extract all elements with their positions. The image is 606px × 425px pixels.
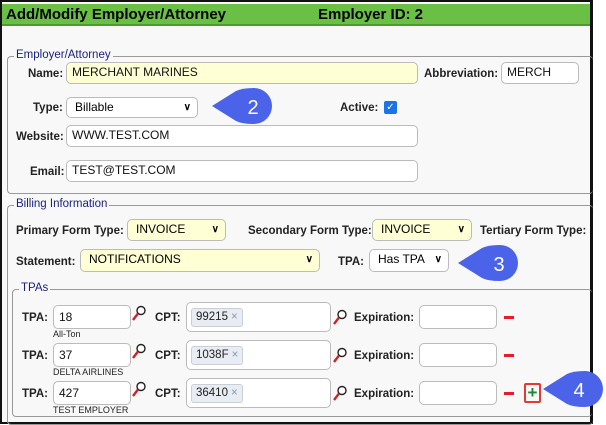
cpt-label: CPT:: [155, 312, 181, 324]
secondary-value: INVOICE: [381, 222, 431, 236]
type-select[interactable]: Billable ∨: [66, 97, 198, 118]
abbreviation-input[interactable]: MERCH: [501, 62, 579, 84]
chevron-down-icon: ∨: [183, 102, 191, 113]
search-icon[interactable]: [132, 343, 146, 359]
cpt-label: CPT:: [155, 388, 181, 400]
callout-4: 4: [543, 371, 603, 407]
remove-chip-icon[interactable]: ×: [232, 349, 239, 361]
employer-id: Employer ID: 2: [318, 6, 424, 23]
primary-value: INVOICE: [136, 222, 186, 236]
name-input[interactable]: MERCHANT MARINES: [66, 62, 418, 84]
tpa-select[interactable]: Has TPA ∨: [369, 249, 449, 272]
statement-label: Statement:: [16, 256, 76, 268]
cpt-value: 36410: [196, 387, 228, 399]
chevron-down-icon: ∨: [434, 254, 442, 265]
expiration-label: Expiration:: [354, 388, 415, 400]
active-checkbox[interactable]: ✓: [384, 101, 397, 114]
employer-form: Add/Modify Employer/Attorney Employer ID…: [0, 0, 593, 425]
search-icon[interactable]: [333, 309, 347, 325]
remove-chip-icon[interactable]: ×: [231, 387, 238, 399]
callout-3: 3: [458, 245, 518, 281]
cpt-input[interactable]: 99215 ×: [186, 302, 331, 332]
abbreviation-label: Abbreviation:: [424, 68, 499, 80]
legend: Employer/Attorney: [14, 49, 113, 61]
tertiary-form-type-label: Tertiary Form Type:: [480, 225, 587, 237]
cpt-value: 99215: [196, 311, 228, 323]
tpa-label: TPA:: [338, 256, 364, 268]
secondary-form-type-label: Secondary Form Type:: [248, 225, 372, 237]
secondary-form-type-select[interactable]: INVOICE ∨: [372, 219, 472, 241]
plus-icon: +: [527, 383, 538, 402]
tpa-value: Has TPA: [378, 252, 425, 266]
remove-row-icon[interactable]: [504, 316, 514, 319]
add-row-button[interactable]: +: [524, 383, 541, 403]
tpa-name: TEST EMPLOYER: [53, 405, 129, 415]
active-label: Active:: [340, 102, 379, 114]
statement-value: NOTIFICATIONS: [89, 252, 181, 266]
chevron-down-icon: ∨: [305, 254, 313, 265]
expiration-label: Expiration:: [354, 312, 415, 324]
email-input[interactable]: TEST@TEST.COM: [66, 160, 418, 182]
expiration-input[interactable]: [419, 343, 497, 367]
cpt-input[interactable]: 36410 ×: [186, 378, 331, 408]
form-title: Add/Modify Employer/Attorney: [6, 6, 227, 23]
legend: Billing Information: [14, 198, 110, 210]
tpa-row-label: TPA:: [22, 350, 48, 362]
expiration-input[interactable]: [419, 305, 497, 329]
remove-chip-icon[interactable]: ×: [231, 311, 238, 323]
legend: TPAs: [19, 282, 51, 294]
search-icon[interactable]: [333, 347, 347, 363]
remove-row-icon[interactable]: [504, 354, 514, 357]
tpa-name: DELTA AIRLINES: [53, 367, 124, 377]
type-value: Billable: [75, 100, 114, 114]
callout-2: 2: [212, 88, 272, 124]
cpt-chip: 36410 ×: [191, 384, 243, 403]
chevron-down-icon: ∨: [457, 224, 465, 235]
callout-number: 3: [493, 254, 504, 276]
search-icon[interactable]: [333, 385, 347, 401]
website-input[interactable]: WWW.TEST.COM: [66, 125, 418, 147]
cpt-value: 1038F: [196, 349, 229, 361]
cpt-chip: 1038F ×: [191, 346, 244, 365]
primary-form-type-select[interactable]: INVOICE ∨: [127, 219, 226, 241]
expiration-input[interactable]: [419, 381, 497, 405]
name-label: Name:: [28, 68, 64, 80]
tpa-row-label: TPA:: [22, 388, 48, 400]
form-header: Add/Modify Employer/Attorney Employer ID…: [2, 4, 590, 26]
callout-number: 2: [247, 97, 258, 119]
tpa-name: All-Ton: [53, 329, 81, 339]
type-label: Type:: [33, 102, 63, 114]
statement-select[interactable]: NOTIFICATIONS ∨: [80, 249, 320, 272]
callout-number: 4: [573, 380, 584, 402]
tpa-input[interactable]: 18: [53, 305, 131, 329]
primary-form-type-label: Primary Form Type:: [16, 225, 124, 237]
website-label: Website:: [16, 131, 64, 143]
email-label: Email:: [30, 166, 65, 178]
chevron-down-icon: ∨: [211, 224, 219, 235]
search-icon[interactable]: [132, 381, 146, 397]
cpt-input[interactable]: 1038F ×: [186, 340, 331, 370]
expiration-label: Expiration:: [354, 350, 415, 362]
search-icon[interactable]: [132, 305, 146, 321]
tpa-row-label: TPA:: [22, 312, 48, 324]
tpa-input[interactable]: 427: [53, 381, 131, 405]
cpt-label: CPT:: [155, 350, 181, 362]
cpt-chip: 99215 ×: [191, 308, 243, 327]
tpa-input[interactable]: 37: [53, 343, 131, 367]
remove-row-icon[interactable]: [504, 392, 514, 395]
